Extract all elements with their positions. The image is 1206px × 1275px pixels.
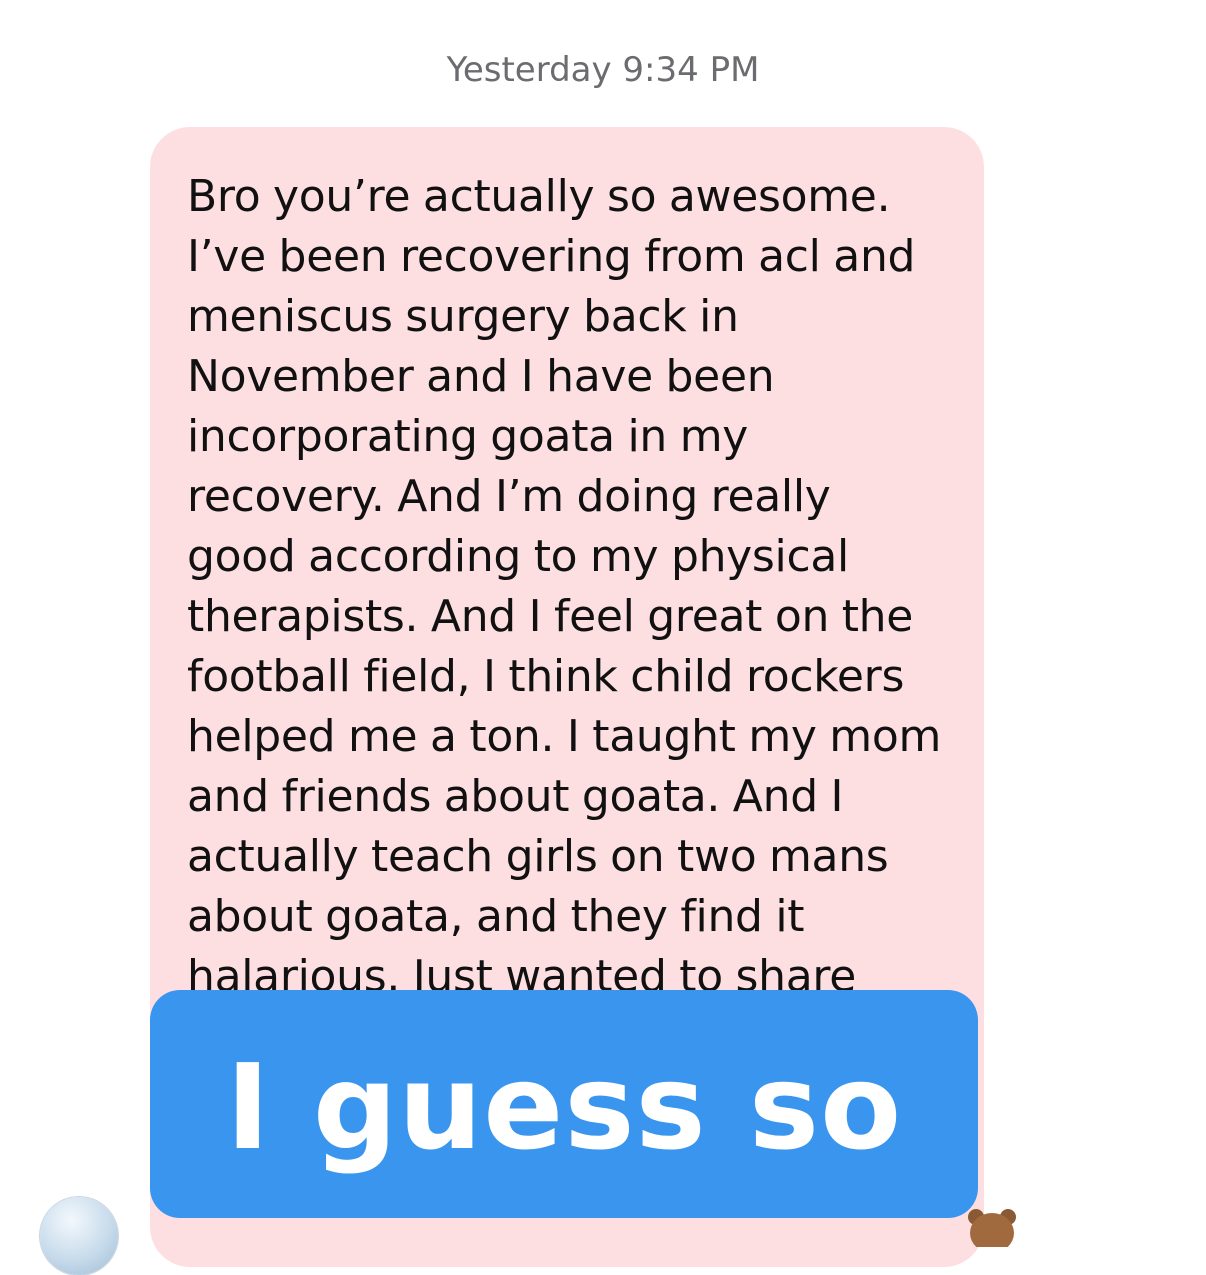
contact-avatar-icon[interactable] [40,1197,118,1275]
message-text: Bro you’re actually so awesome. I’ve bee… [187,171,942,1002]
message-timestamp: Yesterday 9:34 PM [446,50,760,90]
bear-emoji-icon [968,1209,1016,1247]
meme-caption-overlay: I guess so [150,990,978,1218]
meme-caption-text: I guess so [225,1038,903,1176]
